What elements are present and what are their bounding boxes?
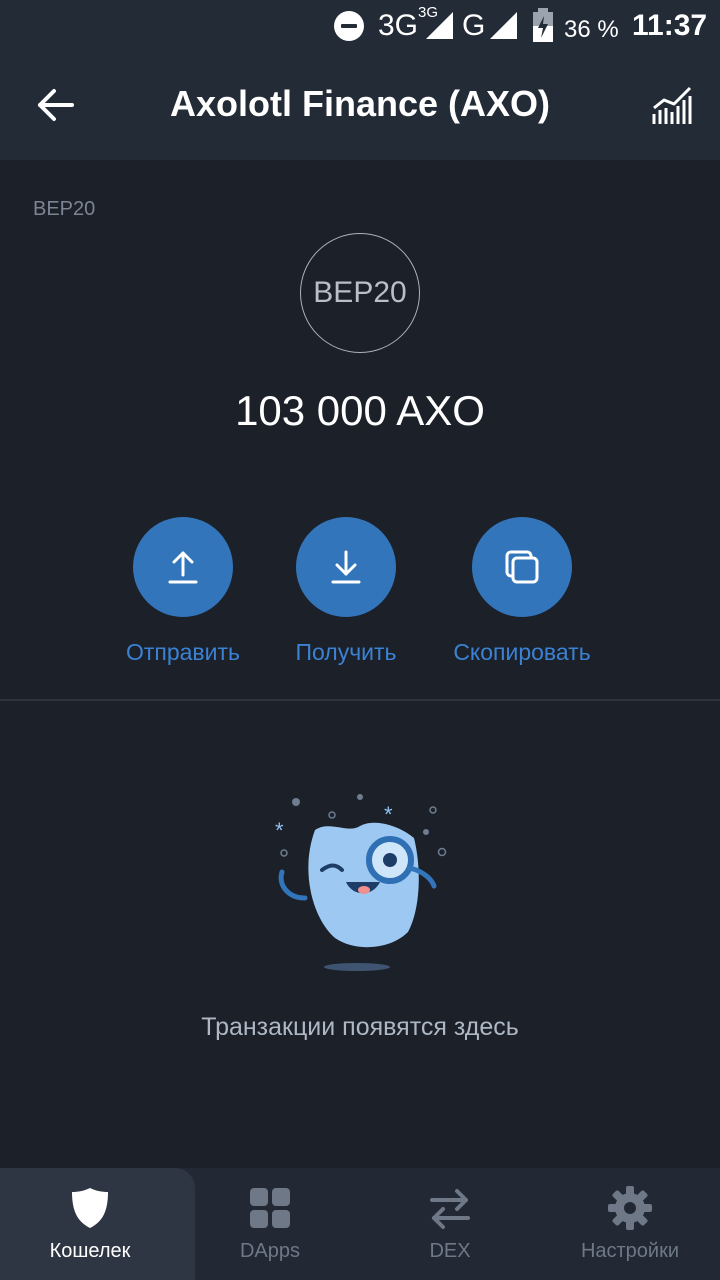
battery-icon [533, 8, 553, 42]
network-tag: BEP20 [33, 198, 96, 220]
section-divider [0, 699, 720, 701]
clock: 11:37 [632, 9, 708, 42]
tab-settings-label: Настройки [580, 1240, 680, 1262]
app-bar: Axolotl Finance (AXO) [0, 52, 720, 160]
shield-icon [72, 1188, 108, 1228]
receive-label: Получить [295, 639, 397, 665]
signal-icon [426, 12, 453, 39]
tab-dapps-label: DApps [239, 1240, 301, 1262]
gear-icon [608, 1186, 652, 1230]
upload-icon [168, 551, 198, 584]
token-detail-screen: 3G 3G G 36 % 11:37 Axolotl Finance (AXO) [0, 0, 720, 1280]
svg-text:*: * [275, 818, 284, 843]
send-button-circle[interactable] [133, 517, 233, 617]
tab-wallet-label: Кошелек [49, 1240, 131, 1262]
do-not-disturb-icon [334, 11, 364, 41]
tab-dex-label: DEX [429, 1240, 471, 1262]
battery-percent: 36 % [564, 16, 619, 43]
empty-transactions-message: Транзакции появятся здесь [201, 1013, 519, 1041]
send-label: Отправить [125, 639, 241, 665]
token-balance: 103 000 AXO [235, 387, 485, 434]
receive-button-circle[interactable] [296, 517, 396, 617]
price-chart-button[interactable] [648, 82, 696, 128]
copy-address-button[interactable]: Скопировать [437, 517, 607, 667]
tab-dex[interactable]: DEX [360, 1168, 540, 1280]
download-icon [331, 550, 361, 584]
tab-wallet[interactable]: Кошелек [0, 1168, 180, 1280]
signal-2-icon [490, 12, 517, 39]
token-logo-text: BEP20 [313, 276, 407, 309]
tab-dapps[interactable]: DApps [180, 1168, 360, 1280]
receive-button[interactable]: Получить [261, 517, 431, 667]
send-button[interactable]: Отправить [98, 517, 268, 667]
network-type-label: 3G [378, 9, 419, 42]
mascot-magnifier-illustration: * * [275, 794, 447, 971]
page-title: Axolotl Finance (AXO) [169, 83, 551, 124]
grid-icon [250, 1188, 290, 1228]
copy-label: Скопировать [453, 639, 591, 665]
chart-icon [652, 86, 692, 124]
status-bar: 3G 3G G 36 % 11:37 [0, 0, 720, 52]
svg-text:*: * [384, 802, 393, 827]
swap-icon [430, 1189, 470, 1229]
copy-button-circle[interactable] [472, 517, 572, 617]
token-logo: BEP20 [300, 233, 420, 353]
network-type-2-label: G [462, 9, 486, 42]
copy-icon [505, 550, 539, 584]
tab-settings[interactable]: Настройки [540, 1168, 720, 1280]
